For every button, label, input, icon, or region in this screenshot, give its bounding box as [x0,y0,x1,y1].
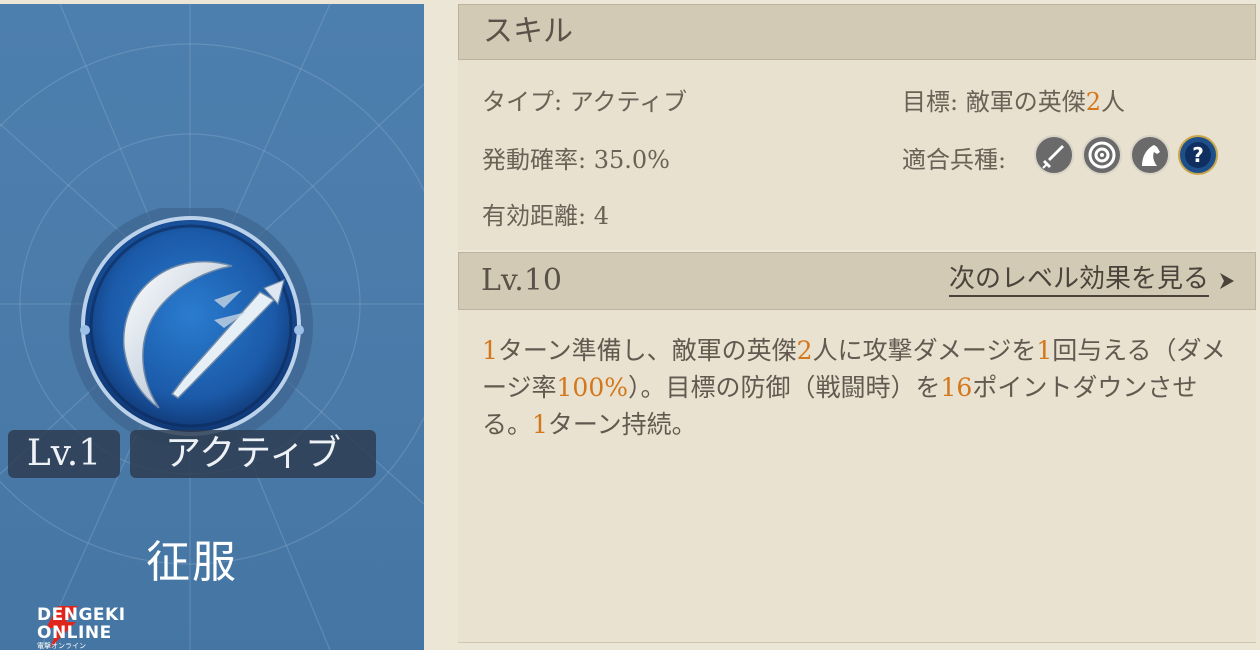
range-value: 4 [593,202,610,230]
skill-card: Lv.1 アクティブ 征服 [0,4,424,650]
sword-icon[interactable] [1034,135,1074,175]
range-label: 有効距離: [482,202,587,230]
logo-subtext: 電撃オンライン [37,642,86,650]
units-label: 適合兵種: [902,146,1007,174]
horse-icon[interactable] [1130,135,1170,175]
svg-text:?: ? [1192,143,1204,167]
question-icon[interactable]: ? [1178,135,1218,175]
section-title: スキル [483,14,573,49]
logo-text: ONLINE [37,623,112,643]
unit-type-icons: ? [1034,135,1218,177]
target-value: 敵軍の英傑2人 [965,88,1126,116]
target-icon[interactable] [1082,135,1122,175]
skill-description: 1ターン準備し、敵軍の英傑2人に攻撃ダメージを1回与える（ダメージ率100%）。… [482,336,1226,439]
next-level-effect-link[interactable]: 次のレベル効果を見る [948,263,1209,297]
target-label: 目標: [902,88,959,116]
skill-level: Lv.10 [481,263,563,298]
skill-description-area: 1ターン準備し、敵軍の英傑2人に攻撃ダメージを1回与える（ダメージ率100%）。… [458,310,1256,643]
type-value: アクティブ [569,88,688,116]
rate-value: 35.0% [593,146,670,174]
range-info: 有効距離: 4 [482,196,609,231]
level-badge: Lv.1 [8,430,120,478]
type-label: タイプ: [482,88,563,116]
skill-emblem-icon [69,208,313,446]
rate-label: 発動確率: [482,146,587,174]
skill-header-bar: スキル [458,4,1256,60]
level-bar: Lv.10 次のレベル効果を見る [458,252,1256,310]
logo-text: DENGEKI [37,605,126,625]
type-badge: アクティブ [130,430,376,478]
skill-name: 征服 [146,537,238,588]
type-info: タイプ: アクティブ [482,82,687,117]
target-info: 目標: 敵軍の英傑2人 [902,82,1125,117]
rate-info: 発動確率: 35.0% [482,140,670,175]
chevron-right-icon[interactable] [1217,269,1237,293]
